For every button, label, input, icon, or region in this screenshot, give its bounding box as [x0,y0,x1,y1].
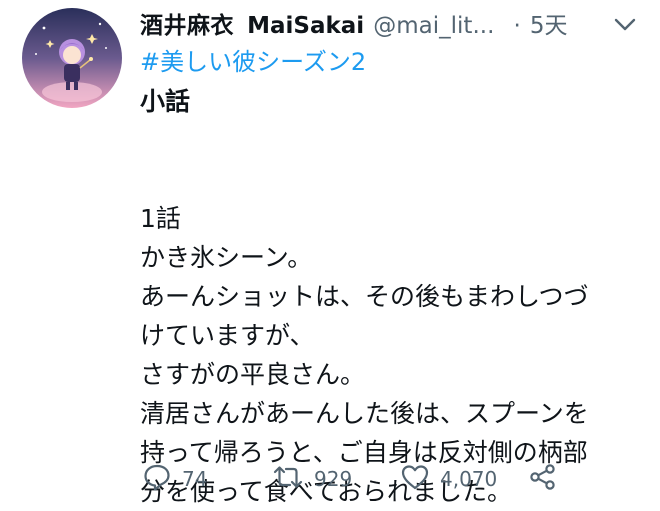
tweet-text: 小話 1話 かき氷シーン。 あーんショットは、その後もまわしつづ けていますが、… [140,82,645,511]
tweet-line: さすがの平良さん。 [140,360,366,389]
retweet-button[interactable]: 929 [272,462,352,496]
action-bar: 74 929 4,070 [142,462,572,496]
screen-name[interactable]: MaiSakai [247,13,364,39]
hashtag-link[interactable]: #美しい彼シーズン2 [140,42,366,82]
reply-icon [142,462,172,496]
separator-dot: · [513,13,521,39]
share-icon [528,462,558,496]
tweet-header: 酒井麻衣 MaiSakai @mai_lit... · 5天 [140,6,660,46]
display-name[interactable]: 酒井麻衣 [140,13,234,39]
tweet-title: 小話 [140,87,191,116]
reply-button[interactable]: 74 [142,462,207,496]
retweet-icon [272,462,304,496]
tweet-line: かき氷シーン。 [140,243,313,272]
retweet-count: 929 [314,467,353,491]
tweet-line: あーんショットは、その後もまわしつづ [140,282,589,311]
tweet-line: けていますが、 [140,321,315,350]
reply-count: 74 [182,467,208,491]
avatar[interactable] [22,8,122,108]
heart-icon [400,462,430,496]
share-button[interactable] [528,462,558,496]
tweet-line: 清居さんがあーんした後は、スプーンを [140,399,589,428]
chevron-down-icon[interactable] [612,12,638,38]
like-button[interactable]: 4,070 [400,462,497,496]
tweet: 酒井麻衣 MaiSakai @mai_lit... · 5天 #美しい彼シーズン… [0,0,660,508]
tweet-line: 1話 [140,204,181,233]
timestamp[interactable]: 5天 [530,13,568,39]
user-handle[interactable]: @mai_lit... [373,13,494,39]
like-count: 4,070 [440,467,498,491]
